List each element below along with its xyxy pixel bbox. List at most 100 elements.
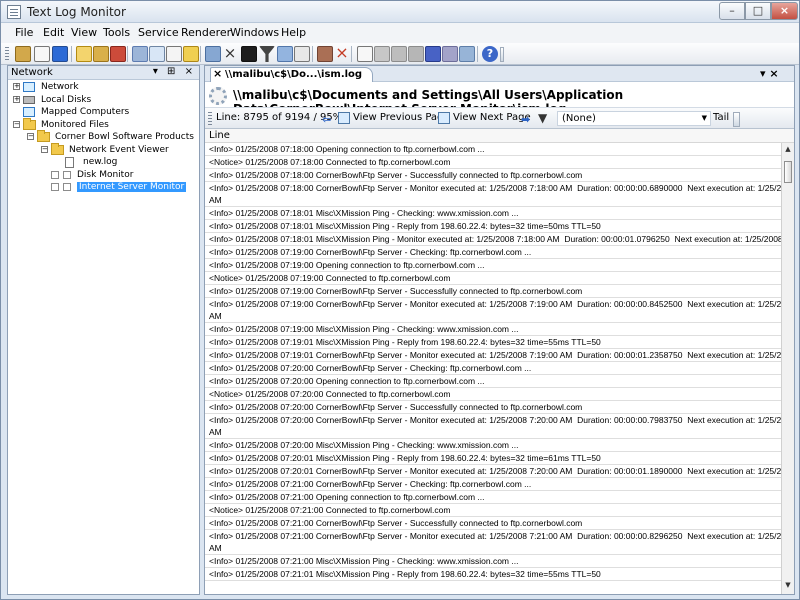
log-row[interactable]: <Info> 01/25/2008 07:21:00 Misc\XMission…	[205, 555, 781, 568]
scroll-thumb[interactable]	[784, 161, 792, 183]
connect-icon[interactable]	[425, 46, 441, 62]
delete-icon[interactable]: ×	[222, 46, 238, 62]
log-row[interactable]: <Info> 01/25/2008 07:18:00 Opening conne…	[205, 143, 781, 156]
menu-windows[interactable]: Windows	[230, 26, 279, 39]
log-row[interactable]: <Info> 01/25/2008 07:20:00 Opening conne…	[205, 375, 781, 388]
chevron-down-icon[interactable]: ▼	[702, 112, 707, 125]
chart-icon[interactable]	[183, 46, 199, 62]
save-disk-icon[interactable]	[459, 46, 475, 62]
log-row[interactable]: <Info> 01/25/2008 07:18:01 Misc\XMission…	[205, 207, 781, 220]
menu-help[interactable]: Help	[281, 26, 306, 39]
toolbar-overflow-grip[interactable]	[500, 47, 504, 62]
log-row[interactable]: <Info> 01/25/2008 07:19:00 Opening conne…	[205, 259, 781, 272]
tree-expander-icon[interactable]: +	[13, 95, 20, 103]
filter-select[interactable]: (None) ▼	[557, 111, 711, 126]
log-row[interactable]: <Info> 01/25/2008 07:20:00 CornerBowl\Ft…	[205, 414, 781, 439]
print-icon[interactable]	[166, 46, 182, 62]
document-tab-controls[interactable]: ▾ ×	[760, 67, 779, 80]
filter-icon[interactable]	[259, 46, 275, 62]
refresh-icon[interactable]	[391, 46, 407, 62]
move-icon[interactable]	[110, 46, 126, 62]
scroll-up-button[interactable]: ▲	[784, 145, 792, 153]
edit-icon[interactable]	[149, 46, 165, 62]
checkbox-icon[interactable]	[63, 170, 71, 179]
log-row[interactable]: <Info> 01/25/2008 07:21:00 CornerBowl\Ft…	[205, 478, 781, 491]
checklist-icon[interactable]	[132, 46, 148, 62]
tools-icon[interactable]	[317, 46, 333, 62]
open-folder-icon[interactable]	[15, 46, 31, 62]
forward-icon[interactable]	[374, 46, 390, 62]
copy-icon[interactable]	[76, 46, 92, 62]
help-icon[interactable]: ?	[482, 46, 498, 62]
next-page-icon[interactable]	[438, 112, 450, 124]
settings-icon[interactable]	[408, 46, 424, 62]
log-row[interactable]: <Info> 01/25/2008 07:21:01 Misc\XMission…	[205, 568, 781, 581]
save-icon[interactable]	[52, 46, 68, 62]
checkbox-icon[interactable]	[63, 183, 71, 191]
menu-renderer[interactable]: Renderer	[181, 26, 231, 39]
log-row[interactable]: <Info> 01/25/2008 07:19:00 CornerBowl\Ft…	[205, 285, 781, 298]
tree-expander-icon[interactable]: −	[27, 133, 34, 140]
column-header-line[interactable]: Line	[205, 129, 794, 143]
print-log-icon[interactable]	[294, 46, 310, 62]
next-page-arrow-icon[interactable]: ➡	[521, 113, 530, 126]
tree-expander-icon[interactable]: −	[41, 145, 48, 153]
tree-expander-icon[interactable]: −	[13, 120, 20, 128]
filter-icon[interactable]: ▼	[538, 112, 550, 124]
page-icon[interactable]	[357, 46, 373, 62]
log-row[interactable]: <Notice> 01/25/2008 07:20:00 Connected t…	[205, 388, 781, 401]
toolbar-grip[interactable]	[5, 47, 9, 62]
log-row[interactable]: <Info> 01/25/2008 07:19:00 CornerBowl\Ft…	[205, 298, 781, 323]
log-grid[interactable]: <Info> 01/25/2008 07:18:00 Opening conne…	[205, 143, 781, 594]
checkbox-icon[interactable]	[51, 170, 59, 179]
menu-file[interactable]: File	[15, 26, 33, 39]
log-row[interactable]: <Info> 01/25/2008 07:21:00 CornerBowl\Ft…	[205, 530, 781, 555]
network-pane-controls[interactable]: ▾ ⊞ ×	[153, 66, 196, 77]
log-row[interactable]: <Info> 01/25/2008 07:19:01 CornerBowl\Ft…	[205, 349, 781, 362]
log-row[interactable]: <Info> 01/25/2008 07:20:00 Misc\XMission…	[205, 439, 781, 452]
log-row[interactable]: <Info> 01/25/2008 07:20:00 CornerBowl\Ft…	[205, 362, 781, 375]
document-tab[interactable]: \\malibu\c$\Do...\ism.log	[210, 67, 373, 82]
cancel-icon[interactable]	[442, 46, 458, 62]
folder-add-icon[interactable]	[93, 46, 109, 62]
close-button[interactable]: ×	[771, 2, 798, 20]
open-file-icon[interactable]	[34, 46, 50, 62]
menu-edit[interactable]: Edit	[43, 26, 64, 39]
log-row[interactable]: <Info> 01/25/2008 07:21:00 CornerBowl\Ft…	[205, 517, 781, 530]
export-icon[interactable]	[205, 46, 221, 62]
previous-page-arrow-icon[interactable]: ⇦	[322, 113, 331, 126]
log-row[interactable]: <Notice> 01/25/2008 07:21:00 Connected t…	[205, 504, 781, 517]
log-row[interactable]: <Info> 01/25/2008 07:20:00 CornerBowl\Ft…	[205, 401, 781, 414]
log-row[interactable]: <Info> 01/25/2008 07:20:01 Misc\XMission…	[205, 452, 781, 465]
find-icon[interactable]	[241, 46, 257, 62]
copy-log-icon[interactable]	[277, 46, 293, 62]
tree-expander-icon[interactable]: +	[13, 83, 20, 90]
log-row[interactable]: <Info> 01/25/2008 07:19:00 Misc\XMission…	[205, 323, 781, 336]
navigation-overflow-grip[interactable]	[733, 112, 740, 127]
log-row[interactable]: <Info> 01/25/2008 07:18:00 CornerBowl\Ft…	[205, 182, 781, 207]
view-next-page-button[interactable]: View Next Page	[453, 112, 531, 123]
scroll-down-button[interactable]: ▼	[784, 581, 792, 589]
log-row[interactable]: <Info> 01/25/2008 07:18:01 Misc\XMission…	[205, 220, 781, 233]
log-row[interactable]: <Info> 01/25/2008 07:19:00 CornerBowl\Ft…	[205, 246, 781, 259]
log-row[interactable]: <Notice> 01/25/2008 07:18:00 Connected t…	[205, 156, 781, 169]
document-tab-close-button[interactable]: ×	[213, 67, 222, 80]
vertical-scrollbar[interactable]: ▲ ▼	[781, 143, 794, 594]
previous-page-icon[interactable]	[338, 112, 350, 124]
minimize-button[interactable]: –	[719, 2, 745, 20]
log-row[interactable]: <Notice> 01/25/2008 07:19:00 Connected t…	[205, 272, 781, 285]
menu-service[interactable]: Service	[138, 26, 179, 39]
log-row[interactable]: <Info> 01/25/2008 07:18:01 Misc\XMission…	[205, 233, 781, 246]
log-row[interactable]: <Info> 01/25/2008 07:21:00 Opening conne…	[205, 491, 781, 504]
menu-tools[interactable]: Tools	[103, 26, 130, 39]
navigation-grip[interactable]	[208, 112, 212, 127]
tail-button[interactable]: Tail	[713, 112, 729, 123]
checkbox-icon[interactable]	[51, 183, 59, 191]
log-row[interactable]: <Info> 01/25/2008 07:18:00 CornerBowl\Ft…	[205, 169, 781, 182]
stop-icon[interactable]: ×	[334, 45, 350, 62]
view-previous-page-button[interactable]: View Previous Page	[353, 112, 450, 123]
maximize-button[interactable]: □	[745, 2, 771, 20]
menu-view[interactable]: View	[71, 26, 97, 39]
log-row[interactable]: <Info> 01/25/2008 07:19:01 Misc\XMission…	[205, 336, 781, 349]
log-row[interactable]: <Info> 01/25/2008 07:20:01 CornerBowl\Ft…	[205, 465, 781, 478]
